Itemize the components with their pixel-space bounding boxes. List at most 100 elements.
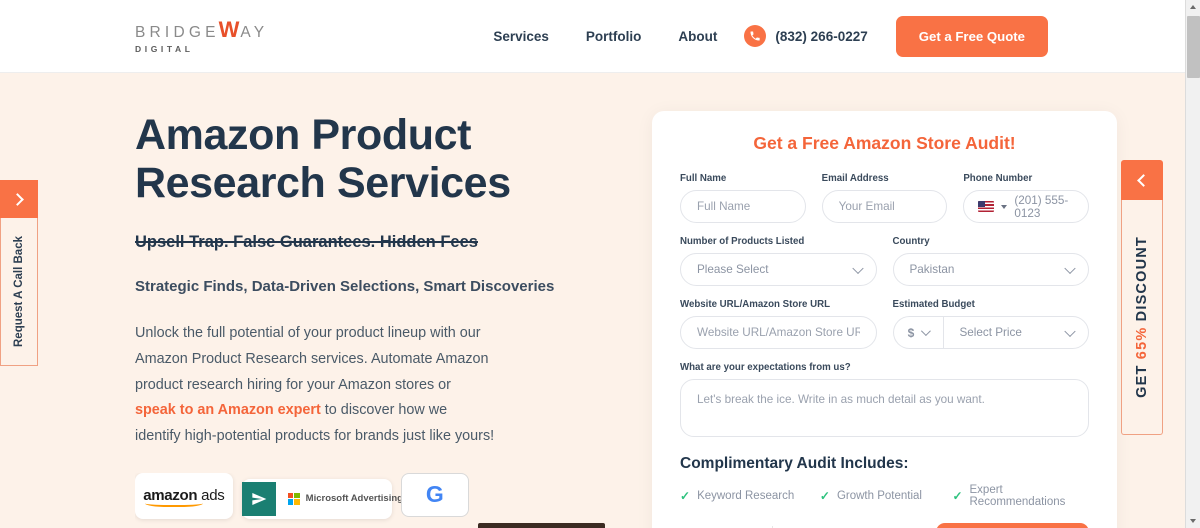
include-label: Expert Recommendations bbox=[969, 484, 1066, 508]
audit-form-card: Get a Free Amazon Store Audit! Full Name… bbox=[652, 111, 1117, 528]
country-group: Country Pakistan bbox=[892, 236, 1089, 286]
logo-wordmark: BRIDGE W AY bbox=[135, 16, 269, 42]
email-group: Email Address bbox=[821, 173, 948, 223]
amazon-ads-logo: amazon ads bbox=[135, 472, 233, 519]
amazon-ads-bold: amazon bbox=[143, 487, 198, 505]
check-icon: ✓ bbox=[952, 489, 963, 503]
logo-text-left: BRIDGE bbox=[135, 23, 220, 41]
phone-input[interactable]: (201) 555-0123 bbox=[963, 190, 1090, 223]
discount-suffix: DISCOUNT bbox=[1134, 236, 1150, 327]
logo-subtext: DIGITAL bbox=[135, 43, 194, 54]
scroll-down-arrow-icon[interactable] bbox=[1186, 513, 1200, 528]
discount-label: GET 65% DISCOUNT bbox=[1134, 236, 1150, 398]
hero-section: Amazon Product Research Services Upsell … bbox=[0, 73, 1185, 528]
country-caret-icon[interactable] bbox=[1001, 204, 1008, 209]
site-logo[interactable]: BRIDGE W AY DIGITAL bbox=[135, 16, 269, 54]
google-g-letter: G bbox=[425, 481, 444, 508]
hero-paragraph-part1: Unlock the full potential of your produc… bbox=[135, 325, 489, 393]
form-row-1: Full Name Email Address Phone Number (20… bbox=[680, 173, 1090, 223]
country-label: Country bbox=[892, 236, 930, 247]
scrollbar-thumb[interactable] bbox=[1187, 16, 1200, 78]
nav-item-services[interactable]: Services bbox=[493, 29, 549, 44]
price-value: Select Price bbox=[959, 326, 1022, 339]
products-listed-select[interactable]: Please Select bbox=[680, 253, 877, 286]
scroll-up-arrow-icon[interactable] bbox=[1186, 0, 1200, 15]
header-phone[interactable]: (832) 266-0227 bbox=[744, 25, 868, 47]
phone-icon bbox=[744, 25, 767, 47]
phone-group: Phone Number (201) 555-0123 bbox=[963, 173, 1090, 223]
discount-toggle[interactable] bbox=[1121, 160, 1163, 200]
submit-button[interactable] bbox=[935, 523, 1089, 528]
country-value: Pakistan bbox=[909, 263, 955, 276]
audit-includes-list: ✓ Keyword Research ✓ Growth Potential ✓ … bbox=[680, 484, 1089, 508]
phone-number-text: (832) 266-0227 bbox=[775, 28, 868, 44]
amazon-ads-light: ads bbox=[197, 487, 225, 505]
microsoft-advertising-label: Microsoft Advertising bbox=[305, 493, 403, 505]
expectations-label: What are your expectations from us? bbox=[680, 362, 851, 373]
discount-prefix: GET bbox=[1134, 359, 1150, 398]
expectations-group: What are your expectations from us? bbox=[680, 362, 1089, 442]
request-call-back-label: Request A Call Back bbox=[13, 236, 25, 347]
check-icon: ✓ bbox=[680, 489, 691, 503]
chevron-right-icon bbox=[11, 192, 24, 206]
phone-label: Phone Number bbox=[963, 173, 1033, 184]
page-scrollbar[interactable] bbox=[1185, 0, 1200, 528]
include-label: Growth Potential bbox=[836, 490, 922, 502]
partner-logo-strip: amazon ads Microsoft Advertising G bbox=[135, 472, 605, 528]
currency-value: $ bbox=[907, 325, 915, 340]
nav-item-portfolio[interactable]: Portfolio bbox=[586, 29, 642, 44]
full-name-input[interactable] bbox=[680, 190, 806, 223]
page-title: Amazon Product Research Services bbox=[135, 111, 605, 207]
logo-text-w: W bbox=[218, 16, 240, 42]
include-label: Keyword Research bbox=[697, 490, 795, 502]
discount-tab: GET 65% DISCOUNT bbox=[1121, 160, 1163, 435]
send-icon bbox=[241, 481, 276, 516]
page-viewport: BRIDGE W AY DIGITAL Services Portfolio Abo… bbox=[0, 0, 1185, 528]
hero-subheading: Strategic Finds, Data-Driven Selections,… bbox=[135, 278, 555, 296]
discount-percent: 65% bbox=[1134, 326, 1150, 360]
form-footer-badges: G bbox=[680, 522, 1089, 528]
check-icon: ✓ bbox=[819, 489, 830, 503]
products-listed-label: Number of Products Listed bbox=[680, 236, 805, 247]
chevron-down-icon bbox=[1064, 262, 1076, 274]
email-field[interactable] bbox=[821, 190, 948, 223]
hero-title-line1: Amazon Product bbox=[135, 111, 472, 159]
include-item-expert-recommendations: ✓ Expert Recommendations bbox=[952, 484, 1089, 508]
website-url-input[interactable] bbox=[680, 316, 877, 349]
google-partner-logo: G bbox=[400, 472, 470, 517]
currency-select[interactable]: $ bbox=[892, 316, 943, 349]
include-item-keyword-research: ✓ Keyword Research bbox=[680, 484, 820, 508]
products-listed-group: Number of Products Listed Please Select bbox=[680, 236, 877, 286]
include-item-growth-potential: ✓ Growth Potential bbox=[820, 484, 953, 508]
estimated-budget-label: Estimated Budget bbox=[892, 299, 975, 310]
us-flag-icon[interactable] bbox=[978, 201, 995, 212]
products-listed-value: Please Select bbox=[697, 263, 769, 276]
chevron-down-icon bbox=[921, 326, 932, 337]
get-free-quote-button[interactable]: Get a Free Quote bbox=[895, 15, 1048, 57]
form-title: Get a Free Amazon Store Audit! bbox=[753, 133, 1016, 153]
main-navigation: Services Portfolio About (832) 266-0227 … bbox=[493, 15, 1185, 57]
expectations-textarea[interactable] bbox=[680, 379, 1089, 437]
microsoft-squares-icon bbox=[287, 492, 300, 505]
price-select[interactable]: Select Price bbox=[942, 316, 1089, 349]
chevron-down-icon bbox=[851, 262, 864, 274]
request-call-back-label-wrap[interactable]: Request A Call Back bbox=[0, 218, 38, 366]
estimated-budget-group: Estimated Budget $ Select Price bbox=[892, 299, 1089, 349]
full-name-label: Full Name bbox=[680, 173, 727, 184]
discount-label-wrap[interactable]: GET 65% DISCOUNT bbox=[1121, 200, 1163, 435]
website-url-group: Website URL/Amazon Store URL bbox=[680, 299, 877, 349]
request-call-back-tab: Request A Call Back bbox=[0, 180, 38, 366]
nav-item-about[interactable]: About bbox=[678, 29, 717, 44]
estimated-budget-control: $ Select Price bbox=[892, 316, 1089, 349]
hero-left-column: Amazon Product Research Services Upsell … bbox=[135, 111, 605, 528]
google-g-icon: G bbox=[426, 483, 444, 506]
request-call-back-toggle[interactable] bbox=[0, 180, 38, 218]
decorative-bar bbox=[478, 522, 605, 528]
logo-text-right: AY bbox=[240, 23, 269, 41]
form-row-2: Number of Products Listed Please Select … bbox=[680, 236, 1089, 286]
hero-expert-link[interactable]: speak to an Amazon expert bbox=[135, 402, 321, 418]
country-select[interactable]: Pakistan bbox=[892, 253, 1089, 286]
form-row-3: Website URL/Amazon Store URL Estimated B… bbox=[680, 299, 1089, 349]
hero-title-line2: Research Services bbox=[135, 159, 511, 208]
chevron-down-icon bbox=[1064, 325, 1076, 337]
